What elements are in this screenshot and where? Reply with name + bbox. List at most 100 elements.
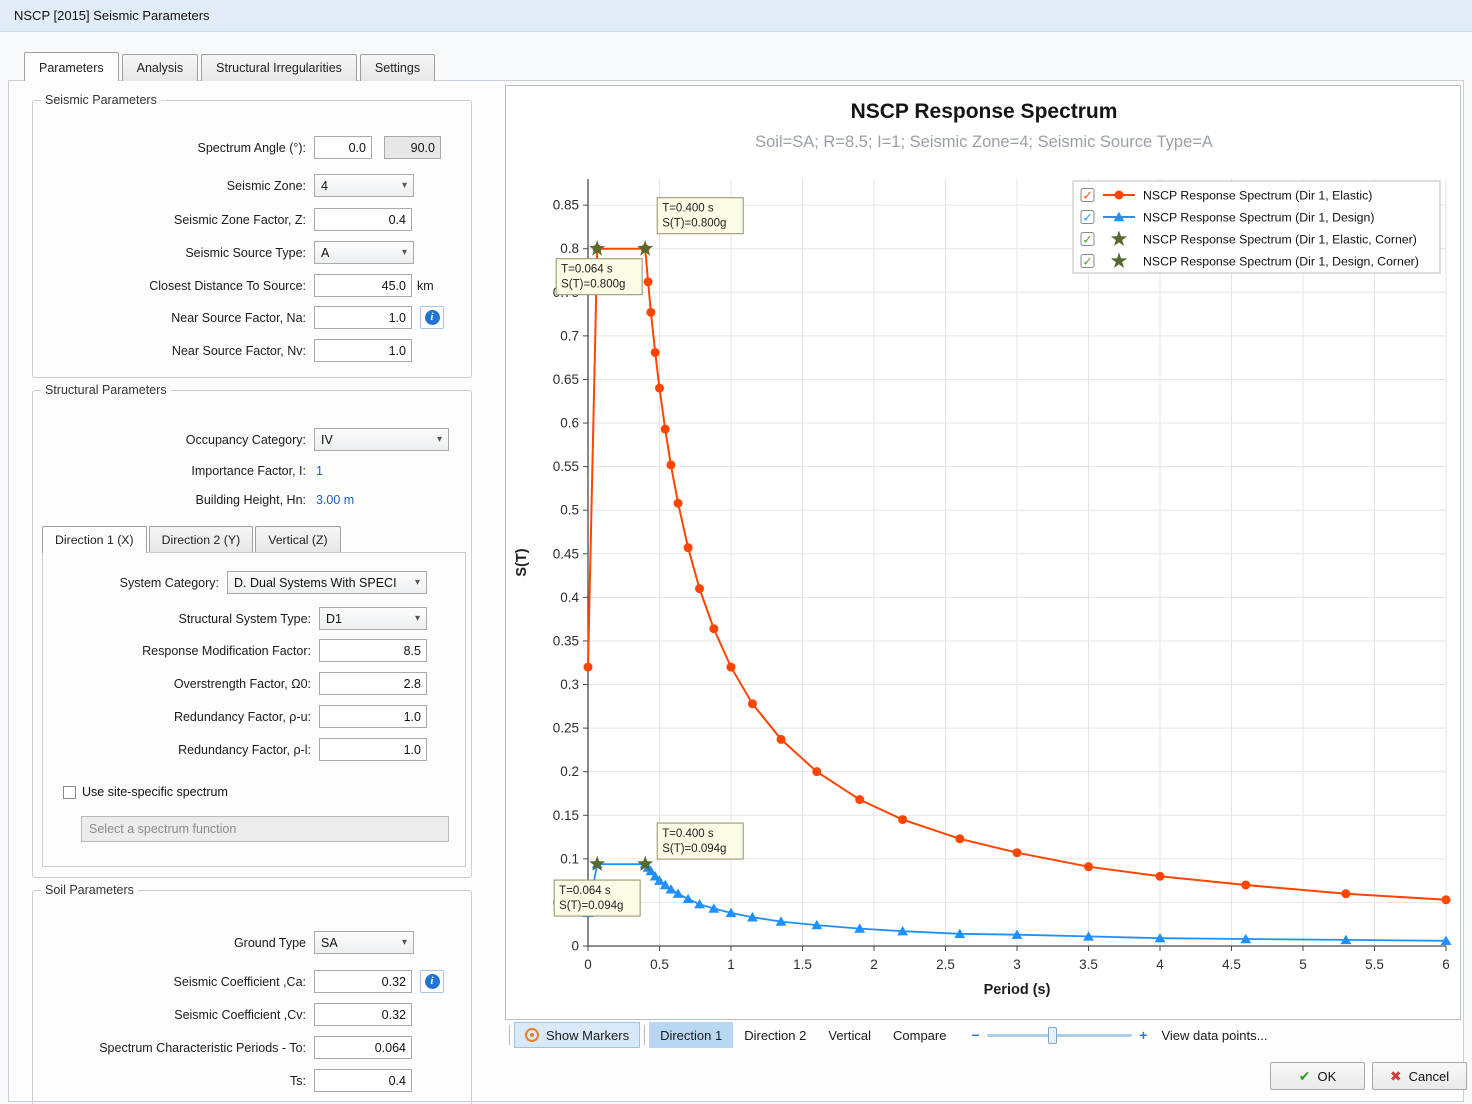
y-tick-label: 0.4 xyxy=(560,590,579,605)
closest-distance-unit: km xyxy=(417,279,434,293)
redundancy-l-input[interactable] xyxy=(319,738,427,761)
cancel-x-icon: ✖ xyxy=(1390,1068,1402,1085)
tab-direction-2-y[interactable]: Direction 2 (Y) xyxy=(149,526,254,552)
na-info-button[interactable]: i xyxy=(420,306,444,329)
tab-label: Settings xyxy=(375,61,420,75)
series-1-marker xyxy=(683,894,694,903)
show-markers-button[interactable]: Show Markers xyxy=(514,1022,640,1048)
nv-input[interactable] xyxy=(314,339,412,362)
zone-factor-row: Seismic Zone Factor, Z: xyxy=(41,208,467,231)
tab-direction-1-x[interactable]: Direction 1 (X) xyxy=(42,526,147,553)
tab-label: Direction 2 (Y) xyxy=(162,533,241,547)
chevron-down-icon: ▾ xyxy=(397,247,407,258)
series-0-marker xyxy=(727,663,736,672)
redundancy-u-input[interactable] xyxy=(319,705,427,728)
r-factor-row: Response Modification Factor: xyxy=(47,639,427,662)
x-tick-label: 1 xyxy=(727,957,735,972)
legend-label[interactable]: NSCP Response Spectrum (Dir 1, Design, C… xyxy=(1143,255,1419,269)
view-data-points-link[interactable]: View data points... xyxy=(1161,1028,1267,1043)
y-tick-label: 0.65 xyxy=(553,372,579,387)
cv-row: Seismic Coefficient ,Cv: xyxy=(41,1003,467,1026)
r-factor-label: Response Modification Factor: xyxy=(47,644,311,658)
zone-factor-label: Seismic Zone Factor, Z: xyxy=(41,213,306,227)
ca-input[interactable] xyxy=(314,970,412,993)
site-specific-checkbox[interactable] xyxy=(63,786,76,799)
y-tick-label: 0.45 xyxy=(553,546,579,561)
ts-input[interactable] xyxy=(314,1069,412,1092)
chevron-down-icon: ▾ xyxy=(410,577,420,588)
direction-tabstrip: Direction 1 (X) Direction 2 (Y) Vertical… xyxy=(42,526,343,553)
source-type-dropdown[interactable]: A ▾ xyxy=(314,241,414,264)
tab-label: Analysis xyxy=(137,61,184,75)
na-input[interactable] xyxy=(314,306,412,329)
zoom-slider[interactable]: − + xyxy=(971,1028,1147,1042)
chart-toolbar: Show Markers Direction 1 Direction 2 Ver… xyxy=(505,1021,1463,1049)
system-category-label: System Category: xyxy=(47,576,219,590)
compare-button[interactable]: Compare xyxy=(882,1022,957,1048)
tab-analysis[interactable]: Analysis xyxy=(122,54,199,81)
overstrength-input[interactable] xyxy=(319,672,427,695)
cv-label: Seismic Coefficient ,Cv: xyxy=(41,1008,306,1022)
tab-parameters[interactable]: Parameters xyxy=(24,52,119,81)
ok-button[interactable]: ✔ OK xyxy=(1270,1062,1365,1090)
toolbar-separator xyxy=(509,1025,510,1045)
tab-vertical-z[interactable]: Vertical (Z) xyxy=(255,526,340,552)
x-tick-label: 0.5 xyxy=(650,957,669,972)
zoom-in-icon[interactable]: + xyxy=(1139,1028,1147,1042)
cv-input[interactable] xyxy=(314,1003,412,1026)
series-0-marker xyxy=(748,699,757,708)
tab-structural-irregularities[interactable]: Structural Irregularities xyxy=(201,54,357,81)
annotation-text: S(T)=0.094g xyxy=(559,900,623,912)
annotation-text: T=0.064 s xyxy=(561,264,613,276)
r-factor-input[interactable] xyxy=(319,639,427,662)
closest-distance-input[interactable] xyxy=(314,274,412,297)
system-type-value: D1 xyxy=(326,612,342,626)
legend-label[interactable]: NSCP Response Spectrum (Dir 1, Design) xyxy=(1143,211,1374,225)
ground-type-dropdown[interactable]: SA ▾ xyxy=(314,931,414,954)
occupancy-row: Occupancy Category: IV ▾ xyxy=(41,428,467,451)
system-type-label: Structural System Type: xyxy=(47,612,311,626)
redundancy-u-label: Redundancy Factor, ρ-u: xyxy=(47,710,311,724)
y-tick-label: 0.25 xyxy=(553,721,579,736)
tab-settings[interactable]: Settings xyxy=(360,54,435,81)
x-tick-label: 4.5 xyxy=(1222,957,1241,972)
spectrum-angle-secondary-input[interactable] xyxy=(384,136,441,159)
redundancy-u-row: Redundancy Factor, ρ-u: xyxy=(47,705,427,728)
legend-label[interactable]: NSCP Response Spectrum (Dir 1, Elastic, … xyxy=(1143,233,1417,247)
vertical-button[interactable]: Vertical xyxy=(817,1022,882,1048)
x-tick-label: 1.5 xyxy=(793,957,812,972)
x-tick-label: 5 xyxy=(1299,957,1307,972)
x-tick-label: 0 xyxy=(584,957,592,972)
chevron-down-icon: ▾ xyxy=(397,180,407,191)
direction-1-button[interactable]: Direction 1 xyxy=(649,1022,733,1048)
tab-label: Structural Irregularities xyxy=(216,61,342,75)
response-spectrum-chart-panel: NSCP Response SpectrumSoil=SA; R=8.5; I=… xyxy=(505,85,1461,1020)
occupancy-dropdown[interactable]: IV ▾ xyxy=(314,428,449,451)
slider-thumb[interactable] xyxy=(1048,1027,1057,1044)
spectrum-angle-input[interactable] xyxy=(314,136,372,159)
system-category-dropdown[interactable]: D. Dual Systems With SPECI ▾ xyxy=(227,571,427,594)
window-titlebar: NSCP [2015] Seismic Parameters xyxy=(0,0,1472,32)
y-tick-label: 0.35 xyxy=(553,633,579,648)
direction-2-button[interactable]: Direction 2 xyxy=(733,1022,817,1048)
cancel-button[interactable]: ✖ Cancel xyxy=(1372,1062,1467,1090)
group-label: Structural Parameters xyxy=(41,383,171,397)
zoom-out-icon[interactable]: − xyxy=(971,1028,979,1042)
ts-row: Ts: xyxy=(41,1069,467,1092)
chart-title: NSCP Response Spectrum xyxy=(851,100,1118,123)
legend-check-icon: ✓ xyxy=(1082,233,1092,247)
seismic-zone-dropdown[interactable]: 4 ▾ xyxy=(314,174,414,197)
ca-info-button[interactable]: i xyxy=(420,970,444,993)
annotation-text: T=0.400 s xyxy=(662,203,714,215)
annotation-text: T=0.400 s xyxy=(662,828,714,840)
zone-factor-input[interactable] xyxy=(314,208,412,231)
x-tick-label: 3.5 xyxy=(1079,957,1098,972)
slider-track[interactable] xyxy=(987,1034,1133,1037)
compare-label: Compare xyxy=(893,1028,946,1043)
ground-type-label: Ground Type xyxy=(41,936,306,950)
legend-label[interactable]: NSCP Response Spectrum (Dir 1, Elastic) xyxy=(1143,189,1372,203)
to-input[interactable] xyxy=(314,1036,412,1059)
y-tick-label: 0.2 xyxy=(560,764,579,779)
spectrum-function-select[interactable]: Select a spectrum function xyxy=(81,816,449,842)
system-type-dropdown[interactable]: D1 ▾ xyxy=(319,607,427,630)
